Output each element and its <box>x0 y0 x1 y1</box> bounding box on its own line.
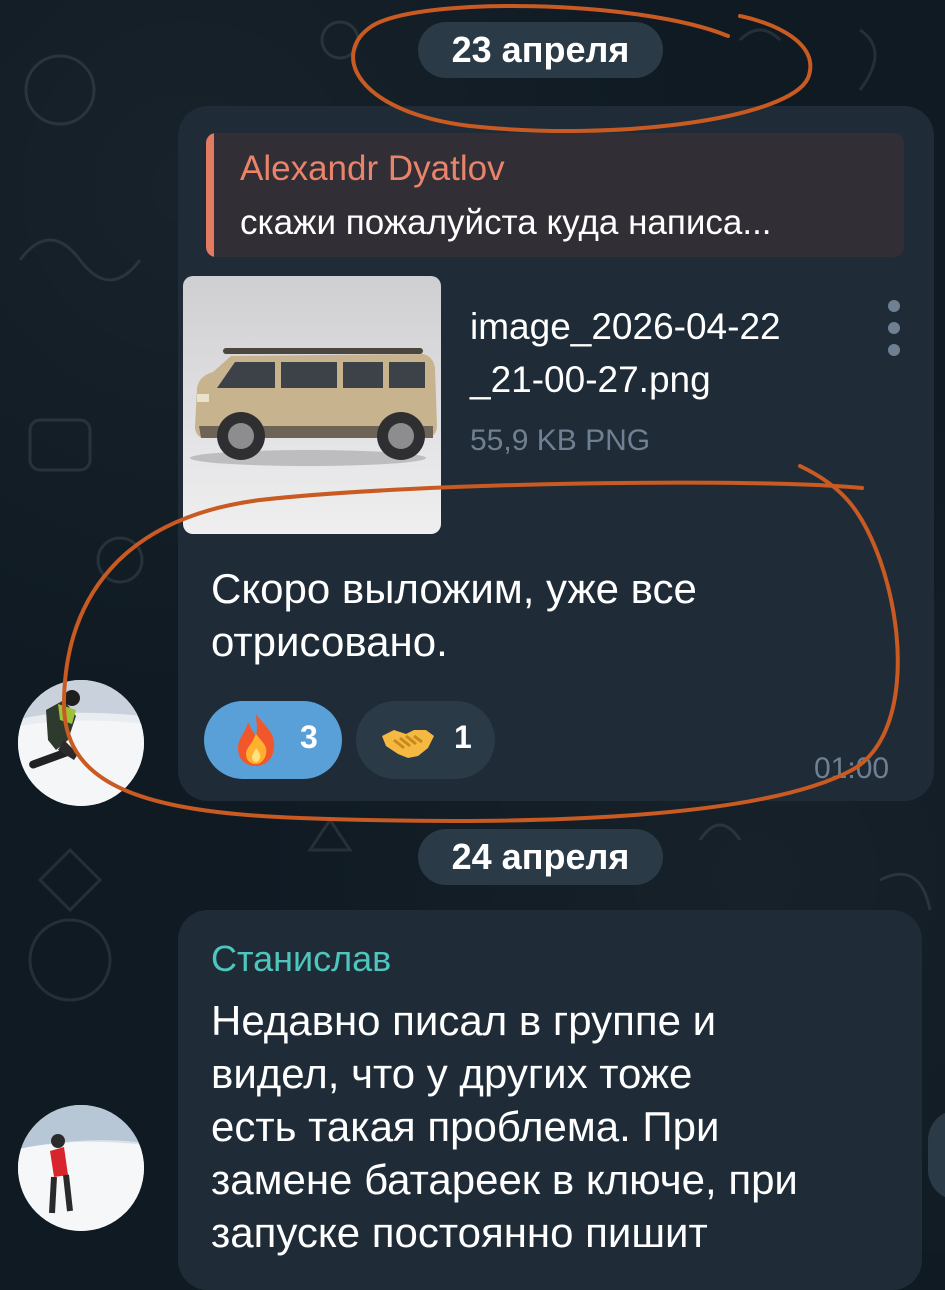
message-time: 01:00 <box>814 752 890 785</box>
handshake-icon <box>382 730 434 758</box>
image-thumbnail[interactable] <box>183 276 441 534</box>
avatar-photo-skier <box>18 1105 144 1231</box>
reply-text: скажи пожалуйста куда написа... <box>240 203 772 242</box>
date-separator: 23 апреля <box>418 22 663 78</box>
reaction-count: 3 <box>300 719 318 755</box>
avatar[interactable] <box>18 680 144 806</box>
message-bubble[interactable]: Alexandr Dyatlov скажи пожалуйста куда н… <box>178 106 934 801</box>
message-line: отрисовано. <box>211 618 448 665</box>
date-separator: 24 апреля <box>418 829 663 885</box>
reply-accent-bar <box>206 133 214 257</box>
reply-quote[interactable]: Alexandr Dyatlov скажи пожалуйста куда н… <box>206 133 904 257</box>
file-meta: 55,9 KB PNG <box>470 424 651 457</box>
avatar[interactable] <box>18 1105 144 1231</box>
message-bubble[interactable]: Станислав Недавно писал в группе и видел… <box>178 910 922 1290</box>
message-line: замене батареек в ключе, при <box>211 1156 798 1203</box>
reaction-count: 1 <box>454 719 472 755</box>
message-line: Недавно писал в группе и <box>211 997 717 1044</box>
reply-author: Alexandr Dyatlov <box>240 149 505 188</box>
car-image <box>190 348 437 466</box>
file-name[interactable]: image_2026-04-22 _21-00-27.png <box>470 300 870 406</box>
sender-name[interactable]: Станислав <box>211 938 391 980</box>
message-line: видел, что у других тоже <box>211 1050 693 1097</box>
message-line: Скоро выложим, уже все <box>211 565 697 612</box>
reaction-handshake[interactable]: 1 <box>356 701 495 779</box>
message-text: Недавно писал в группе и видел, что у др… <box>211 994 798 1259</box>
more-options-icon[interactable] <box>884 300 904 360</box>
avatar-photo-snowboarder <box>18 680 144 806</box>
message-line: запуске постоянно пишит <box>211 1209 708 1256</box>
fire-icon <box>238 714 275 766</box>
message-line: есть такая проблема. При <box>211 1103 720 1150</box>
message-text: Скоро выложим, уже все отрисовано. <box>211 562 697 668</box>
file-name-line: _21-00-27.png <box>470 359 711 400</box>
reaction-fire[interactable]: 3 <box>204 701 342 779</box>
file-name-line: image_2026-04-22 <box>470 306 781 347</box>
